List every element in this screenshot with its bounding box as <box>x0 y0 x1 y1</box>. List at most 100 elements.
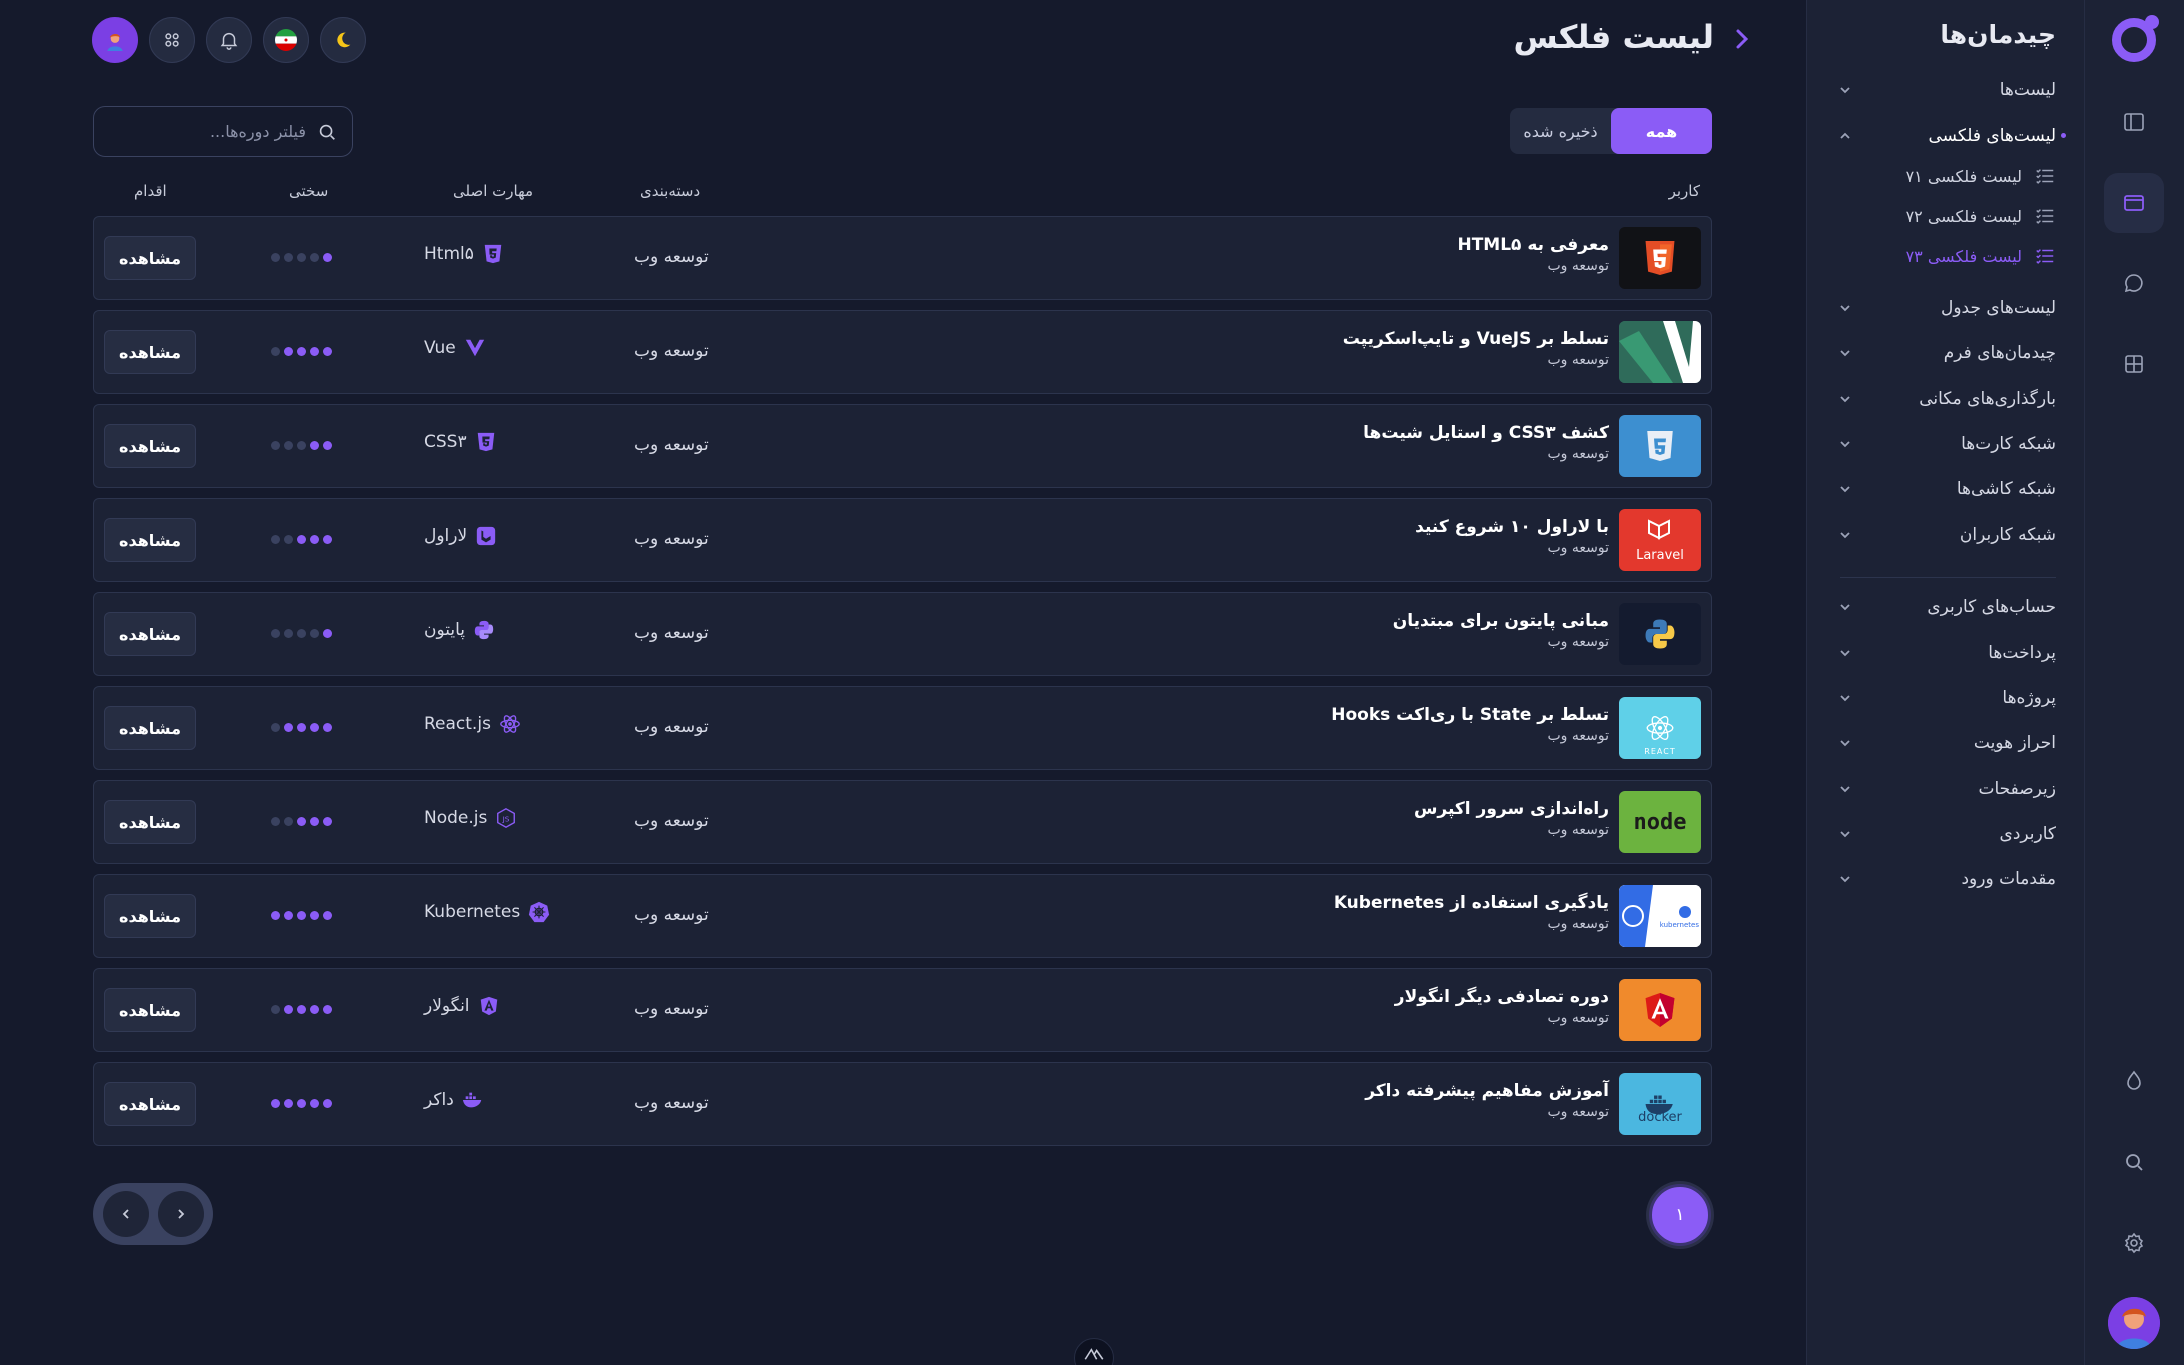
course-thumbnail <box>1619 415 1701 477</box>
nav-divider <box>1840 577 2056 578</box>
css3-icon <box>473 429 499 455</box>
nav-item-subpages[interactable]: زیرصفحات <box>1838 767 2056 811</box>
course-skill: Node.js JS <box>424 805 519 831</box>
column-user: کاربر <box>1668 182 1700 200</box>
difficulty-dot <box>271 911 280 920</box>
nav-label: چیدمان‌های فرم <box>1943 343 2056 363</box>
chevron-down-icon <box>1840 305 1850 312</box>
app-logo-icon[interactable] <box>2112 15 2159 62</box>
course-filter-search <box>93 106 353 157</box>
nav-item-accounts[interactable]: حساب‌های کاربری <box>1838 585 2056 629</box>
difficulty-dot <box>271 253 280 262</box>
course-thumbnail <box>1619 979 1701 1041</box>
iran-flag-icon[interactable] <box>263 17 309 63</box>
nav-label: مقدمات ورود <box>1961 869 2056 889</box>
sub-item-flex-list-3[interactable]: لیست فلکسی ۷۳ <box>1888 238 2056 274</box>
course-skill: Html۵ <box>424 241 506 267</box>
course-thumbnail: docker <box>1619 1073 1701 1135</box>
chevron-down-icon <box>1840 396 1850 403</box>
course-category: توسعه وب <box>634 341 709 361</box>
thumb-text: kubernetes <box>1659 921 1699 929</box>
difficulty-dot <box>284 535 293 544</box>
chevron-down-icon <box>1840 604 1850 611</box>
skill-label: Node.js <box>424 808 488 828</box>
course-thumbnail: kubernetes <box>1619 885 1701 947</box>
difficulty-rating <box>271 723 332 732</box>
view-button[interactable]: مشاهده <box>104 236 196 280</box>
view-button[interactable]: مشاهده <box>104 518 196 562</box>
difficulty-dot <box>297 347 306 356</box>
course-category: توسعه وب <box>634 247 709 267</box>
chevron-down-icon <box>1840 876 1850 883</box>
view-button[interactable]: مشاهده <box>104 894 196 938</box>
sub-item-label: لیست فلکسی ۷۲ <box>1905 206 2022 226</box>
difficulty-dot <box>284 347 293 356</box>
nuxt-devtools-icon[interactable] <box>1074 1338 1114 1365</box>
filter-all-button[interactable]: همه <box>1611 108 1712 154</box>
prev-page-button[interactable] <box>102 1191 149 1237</box>
grid-icon[interactable] <box>2104 334 2164 394</box>
filter-saved-button[interactable]: ذخیره شده <box>1510 108 1611 154</box>
layouts-icon[interactable] <box>2104 173 2164 233</box>
chevron-down-icon <box>1840 532 1850 539</box>
nav-item-auth[interactable]: احراز هویت <box>1838 721 2056 765</box>
docker-icon <box>460 1087 486 1113</box>
page-number-button[interactable]: ۱ <box>1649 1184 1711 1246</box>
course-subtitle: توسعه وب <box>1547 634 1609 650</box>
user-avatar-top[interactable] <box>92 17 138 63</box>
view-button[interactable]: مشاهده <box>104 800 196 844</box>
nav-item-flex-lists[interactable]: لیست‌های فلکسی <box>1838 114 2066 158</box>
next-page-button[interactable] <box>157 1191 204 1237</box>
skill-label: Html۵ <box>424 244 474 264</box>
chevron-down-icon <box>1840 350 1850 357</box>
search-icon[interactable] <box>2104 1132 2164 1192</box>
course-title: کشف CSS۳ و استایل شیت‌ها <box>1363 423 1609 443</box>
skill-label: داکر <box>424 1090 454 1110</box>
chevron-down-icon <box>1840 486 1850 493</box>
nav-label: کاربردی <box>1999 824 2056 844</box>
moon-icon[interactable] <box>320 17 366 63</box>
nav-item-card-grid[interactable]: شبکه کارت‌ها <box>1838 422 2056 466</box>
course-row: node راه‌اندازی سرور اکپرس توسعه وب توسعه و… <box>93 780 1712 864</box>
sub-item-flex-list-1[interactable]: لیست فلکسی ۷۱ <box>1888 158 2056 194</box>
difficulty-dot <box>323 629 332 638</box>
nav-item-payments[interactable]: پرداخت‌ها <box>1838 631 2056 675</box>
nav-item-projects[interactable]: پروژه‌ها <box>1838 676 2056 720</box>
chat-icon[interactable] <box>2104 253 2164 313</box>
settings-icon[interactable] <box>2104 1213 2164 1273</box>
search-input[interactable] <box>126 122 306 141</box>
top-actions <box>92 17 366 63</box>
view-button[interactable]: مشاهده <box>104 706 196 750</box>
theme-drop-icon[interactable] <box>2104 1051 2164 1111</box>
view-button[interactable]: مشاهده <box>104 424 196 468</box>
nav-item-form-layouts[interactable]: چیدمان‌های فرم <box>1838 331 2056 375</box>
difficulty-rating <box>271 253 332 262</box>
view-button[interactable]: مشاهده <box>104 988 196 1032</box>
bell-icon[interactable] <box>206 17 252 63</box>
nav-item-tile-grid[interactable]: شبکه کاشی‌ها <box>1838 467 2056 511</box>
chevron-up-icon <box>1840 132 1850 139</box>
view-button[interactable]: مشاهده <box>104 612 196 656</box>
difficulty-dot <box>271 817 280 826</box>
course-skill: داکر <box>424 1087 486 1113</box>
course-subtitle: توسعه وب <box>1547 1104 1609 1120</box>
nav-item-user-grid[interactable]: شبکه کاربران <box>1838 513 2056 557</box>
nav-item-onboarding[interactable]: مقدمات ورود <box>1838 857 2056 901</box>
sidebar-toggle-icon[interactable] <box>2104 92 2164 152</box>
nav-item-lists[interactable]: لیست‌ها <box>1838 68 2056 112</box>
sub-item-label: لیست فلکسی ۷۳ <box>1905 246 2022 266</box>
nav-label: شبکه کاشی‌ها <box>1956 479 2056 499</box>
nav-item-utility[interactable]: کاربردی <box>1838 812 2056 856</box>
sub-item-flex-list-2[interactable]: لیست فلکسی ۷۲ <box>1888 198 2056 234</box>
chevron-right-icon[interactable] <box>1728 24 1756 54</box>
apps-icon[interactable] <box>149 17 195 63</box>
user-avatar[interactable] <box>2108 1297 2160 1349</box>
nav-item-placeload[interactable]: بارگذاری‌های مکانی <box>1838 377 2056 421</box>
course-skill: React.js <box>424 711 523 737</box>
difficulty-dot <box>271 535 280 544</box>
view-button[interactable]: مشاهده <box>104 1082 196 1126</box>
nav-item-table-lists[interactable]: لیست‌های جدول <box>1838 286 2056 330</box>
view-button[interactable]: مشاهده <box>104 330 196 374</box>
angular-icon <box>476 993 502 1019</box>
difficulty-dot <box>271 347 280 356</box>
